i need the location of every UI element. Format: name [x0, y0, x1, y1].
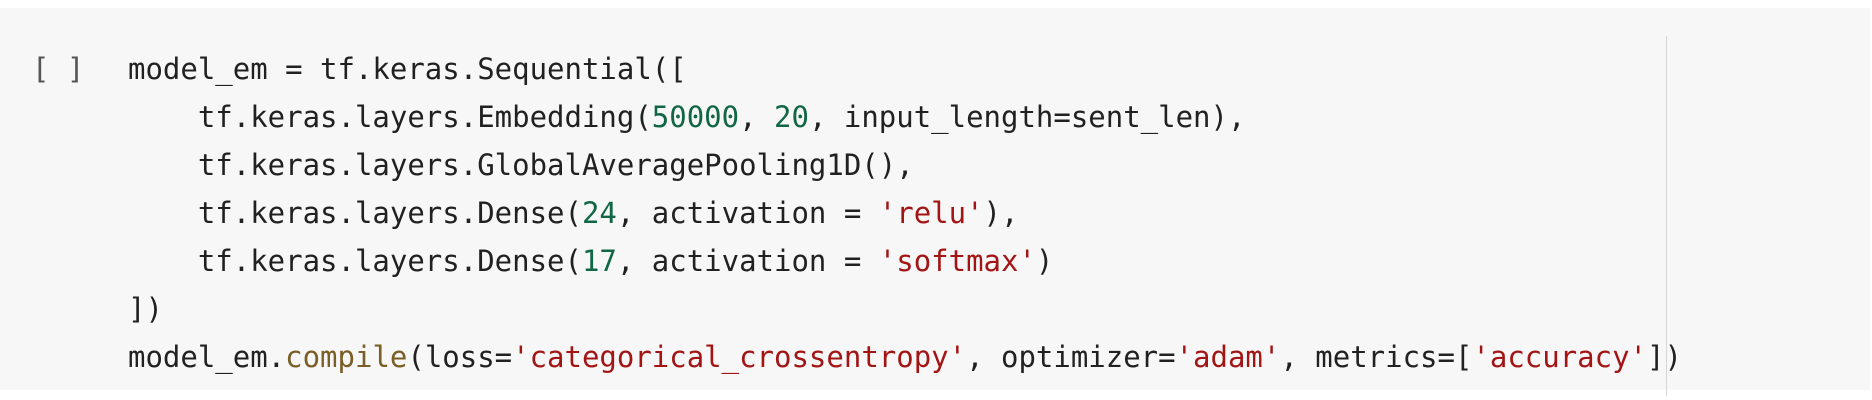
code-line: tf.keras.layers.Dense(17, activation = '…: [128, 237, 1682, 285]
code-token-num: 20: [774, 100, 809, 134]
code-token-plain: ),: [983, 196, 1019, 230]
code-token-plain: , activation =: [616, 244, 879, 278]
code-line: tf.keras.layers.GlobalAveragePooling1D()…: [128, 141, 1682, 189]
line-length-ruler: [1666, 36, 1667, 396]
code-token-plain: ,: [739, 100, 775, 134]
code-token-plain: tf.keras.layers.GlobalAveragePooling1D()…: [128, 148, 914, 182]
code-token-plain: model_em = tf.keras.Sequential([: [128, 52, 687, 86]
code-token-plain: , activation =: [616, 196, 879, 230]
code-token-str: 'softmax': [878, 244, 1036, 278]
code-line: model_em = tf.keras.Sequential([: [128, 45, 1682, 93]
code-editor[interactable]: model_em = tf.keras.Sequential([ tf.kera…: [128, 45, 1682, 381]
code-token-plain: tf.keras.layers.Dense(: [128, 244, 582, 278]
code-token-plain: , input_length=sent_len),: [808, 100, 1246, 134]
code-token-plain: , optimizer=: [966, 340, 1176, 374]
code-line: ]): [128, 285, 1682, 333]
code-token-str: 'accuracy': [1472, 340, 1648, 374]
code-token-str: 'adam': [1175, 340, 1281, 374]
code-line: model_em.compile(loss='categorical_cross…: [128, 333, 1682, 381]
code-token-num: 50000: [651, 100, 740, 134]
code-token-plain: , metrics=[: [1280, 340, 1473, 374]
code-token-plain: tf.keras.layers.Dense(: [128, 196, 582, 230]
code-token-plain: ]): [1647, 340, 1682, 374]
code-line: tf.keras.layers.Embedding(50000, 20, inp…: [128, 93, 1682, 141]
code-token-str: 'relu': [878, 196, 984, 230]
code-token-plain: (loss=: [407, 340, 513, 374]
code-line: tf.keras.layers.Dense(24, activation = '…: [128, 189, 1682, 237]
code-token-fn: compile: [285, 340, 408, 374]
code-token-plain: ]): [128, 292, 163, 326]
code-token-plain: tf.keras.layers.Embedding(: [128, 100, 652, 134]
code-token-plain: model_em.: [128, 340, 286, 374]
code-token-str: 'categorical_crossentropy': [512, 340, 967, 374]
code-token-num: 17: [581, 244, 617, 278]
code-token-plain: ): [1035, 244, 1054, 278]
code-token-num: 24: [581, 196, 617, 230]
run-cell-button[interactable]: [ ]: [32, 45, 84, 93]
code-cell[interactable]: [ ] model_em = tf.keras.Sequential([ tf.…: [0, 8, 1870, 396]
